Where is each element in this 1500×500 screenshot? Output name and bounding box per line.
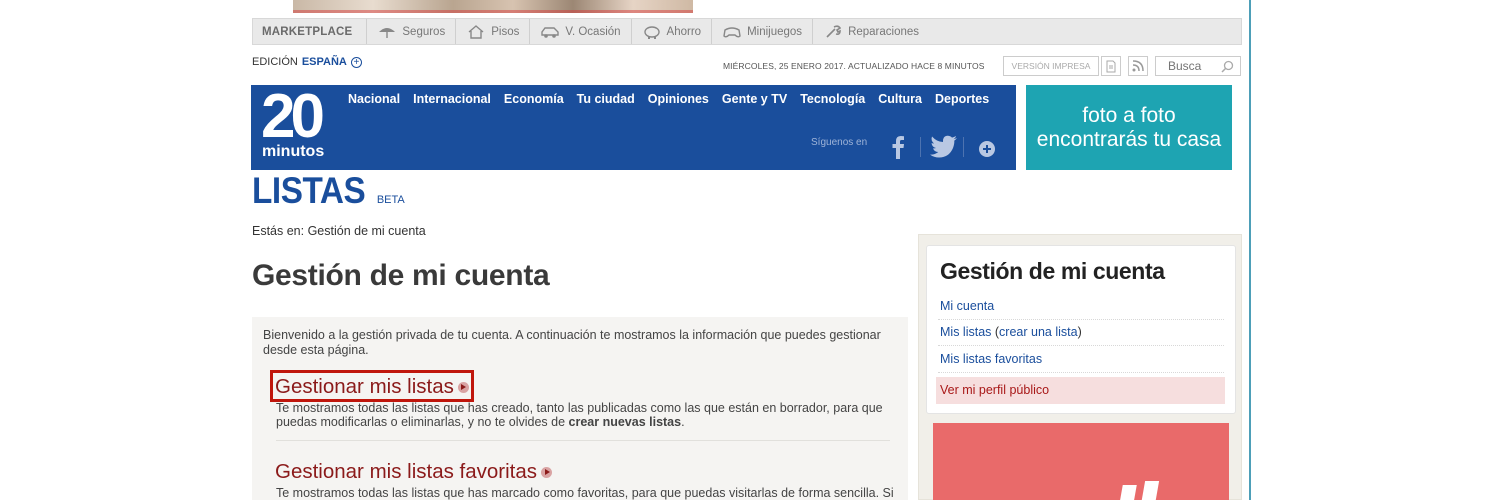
header-ad-line2: encontrarás tu casa bbox=[1036, 127, 1222, 151]
create-lists-link[interactable]: crear nuevas listas bbox=[569, 415, 682, 429]
top-banner-ad[interactable] bbox=[293, 0, 693, 13]
separator bbox=[920, 137, 921, 157]
nav-item-tecnologia[interactable]: Tecnología bbox=[800, 92, 865, 106]
marketplace-item-label: Minijuegos bbox=[747, 25, 803, 38]
plus-circle-icon[interactable]: + bbox=[350, 56, 362, 68]
sidebar-link-public-profile[interactable]: Ver mi perfil público bbox=[936, 377, 1225, 404]
rss-icon[interactable] bbox=[1128, 56, 1148, 76]
paren-open: ( bbox=[991, 325, 1000, 339]
marketplace-item-seguros[interactable]: Seguros bbox=[367, 19, 457, 44]
manage-lists-description: Te mostramos todas las listas que has cr… bbox=[276, 401, 896, 429]
sidebar-ad[interactable] bbox=[933, 423, 1229, 500]
nav-item-gente-tv[interactable]: Gente y TV bbox=[722, 92, 787, 106]
manage-favorites-title: Gestionar mis listas favoritas bbox=[275, 460, 538, 483]
nav-item-cultura[interactable]: Cultura bbox=[878, 92, 922, 106]
marketplace-item-label: V. Ocasión bbox=[565, 25, 621, 38]
breadcrumb: Estás en: Gestión de mi cuenta bbox=[252, 224, 426, 238]
follow-label: Síguenos en bbox=[811, 137, 868, 148]
search-box bbox=[1155, 56, 1241, 76]
piggy-bank-icon bbox=[643, 25, 660, 39]
print-version-button[interactable]: VERSIÓN IMPRESA bbox=[1003, 56, 1099, 76]
edition-selector[interactable]: EDICIÓN ESPAÑA + bbox=[252, 56, 362, 68]
arrow-right-icon bbox=[541, 466, 553, 478]
header-ad[interactable]: foto a foto encontrarás tu casa bbox=[1026, 85, 1232, 170]
ad-graphic bbox=[1119, 485, 1137, 500]
search-input[interactable] bbox=[1168, 59, 1218, 73]
site-logo[interactable]: 20 minutos bbox=[261, 82, 325, 160]
marketplace-item-minijuegos[interactable]: Minijuegos bbox=[712, 19, 814, 44]
marketplace-item-label: Ahorro bbox=[666, 25, 702, 38]
edition-prefix: EDICIÓN bbox=[252, 56, 298, 68]
dateline: MIÉRCOLES, 25 ENERO 2017. ACTUALIZADO HA… bbox=[723, 61, 985, 71]
ad-graphic bbox=[1140, 481, 1160, 500]
logo-word: minutos bbox=[262, 143, 325, 160]
manage-favorites-description: Te mostramos todas las listas que has ma… bbox=[276, 486, 894, 500]
nav-item-nacional[interactable]: Nacional bbox=[348, 92, 400, 106]
page-title: Gestión de mi cuenta bbox=[252, 259, 550, 292]
main-nav: Nacional Internacional Economía Tu ciuda… bbox=[348, 92, 989, 106]
page-border bbox=[1249, 0, 1251, 500]
nav-item-tu-ciudad[interactable]: Tu ciudad bbox=[577, 92, 635, 106]
marketplace-item-label: Seguros bbox=[402, 25, 446, 38]
marketplace-item-pisos[interactable]: Pisos bbox=[456, 19, 531, 44]
account-panel: Bienvenido a la gestión privada de tu cu… bbox=[252, 317, 908, 500]
sidebar-link-create-list[interactable]: crear una lista bbox=[999, 325, 1078, 339]
umbrella-icon bbox=[379, 27, 396, 38]
nav-item-economia[interactable]: Economía bbox=[504, 92, 564, 106]
marketplace-item-label: Pisos bbox=[491, 25, 520, 38]
document-icon[interactable] bbox=[1101, 56, 1121, 76]
search-icon[interactable] bbox=[1221, 60, 1234, 73]
divider bbox=[938, 372, 1224, 373]
marketplace-label[interactable]: MARKETPLACE bbox=[253, 19, 368, 44]
marketplace-item-ahorro[interactable]: Ahorro bbox=[632, 19, 713, 44]
house-icon bbox=[468, 24, 484, 39]
sidebar-link-favorites[interactable]: Mis listas favoritas bbox=[940, 352, 1042, 366]
beta-badge: BETA bbox=[376, 194, 405, 206]
highlight-box bbox=[270, 370, 474, 402]
sidebar-link-my-lists[interactable]: Mis listas bbox=[940, 325, 991, 339]
divider bbox=[938, 345, 1224, 346]
twitter-icon[interactable] bbox=[930, 135, 958, 164]
nav-item-internacional[interactable]: Internacional bbox=[413, 92, 491, 106]
car-icon bbox=[541, 26, 560, 38]
facebook-icon[interactable] bbox=[891, 135, 905, 164]
section-title: LISTAS BETA bbox=[252, 170, 405, 212]
description-end: . bbox=[681, 415, 685, 429]
marketplace-item-vocasion[interactable]: V. Ocasión bbox=[530, 19, 632, 44]
marketplace-item-label: Reparaciones bbox=[848, 25, 920, 38]
marketplace-item-reparaciones[interactable]: Reparaciones bbox=[813, 19, 929, 44]
paren-close: ) bbox=[1077, 325, 1082, 339]
sidebar-link-my-account[interactable]: Mi cuenta bbox=[940, 299, 994, 313]
more-social-icon[interactable] bbox=[979, 141, 995, 162]
wrench-icon bbox=[826, 24, 842, 38]
site-header: 20 minutos Nacional Internacional Econom… bbox=[251, 85, 1016, 170]
header-ad-line1: foto a foto bbox=[1082, 103, 1176, 127]
gamepad-icon bbox=[723, 26, 741, 37]
edition-country: ESPAÑA bbox=[301, 56, 347, 68]
sidebar-item-my-lists: Mis listas (crear una lista) bbox=[940, 325, 1082, 339]
divider bbox=[938, 319, 1224, 320]
logo-number: 20 bbox=[261, 82, 325, 151]
separator bbox=[963, 137, 964, 157]
intro-text: Bienvenido a la gestión privada de tu cu… bbox=[263, 328, 881, 357]
manage-favorites-link[interactable]: Gestionar mis listas favoritas bbox=[275, 460, 553, 484]
nav-item-opiniones[interactable]: Opiniones bbox=[648, 92, 709, 106]
nav-item-deportes[interactable]: Deportes bbox=[935, 92, 989, 106]
section-name[interactable]: LISTAS bbox=[252, 170, 366, 212]
divider bbox=[276, 440, 890, 441]
sidebar-title: Gestión de mi cuenta bbox=[940, 258, 1165, 284]
marketplace-bar: MARKETPLACE Seguros Pisos V. Ocasión Aho… bbox=[252, 18, 1242, 45]
